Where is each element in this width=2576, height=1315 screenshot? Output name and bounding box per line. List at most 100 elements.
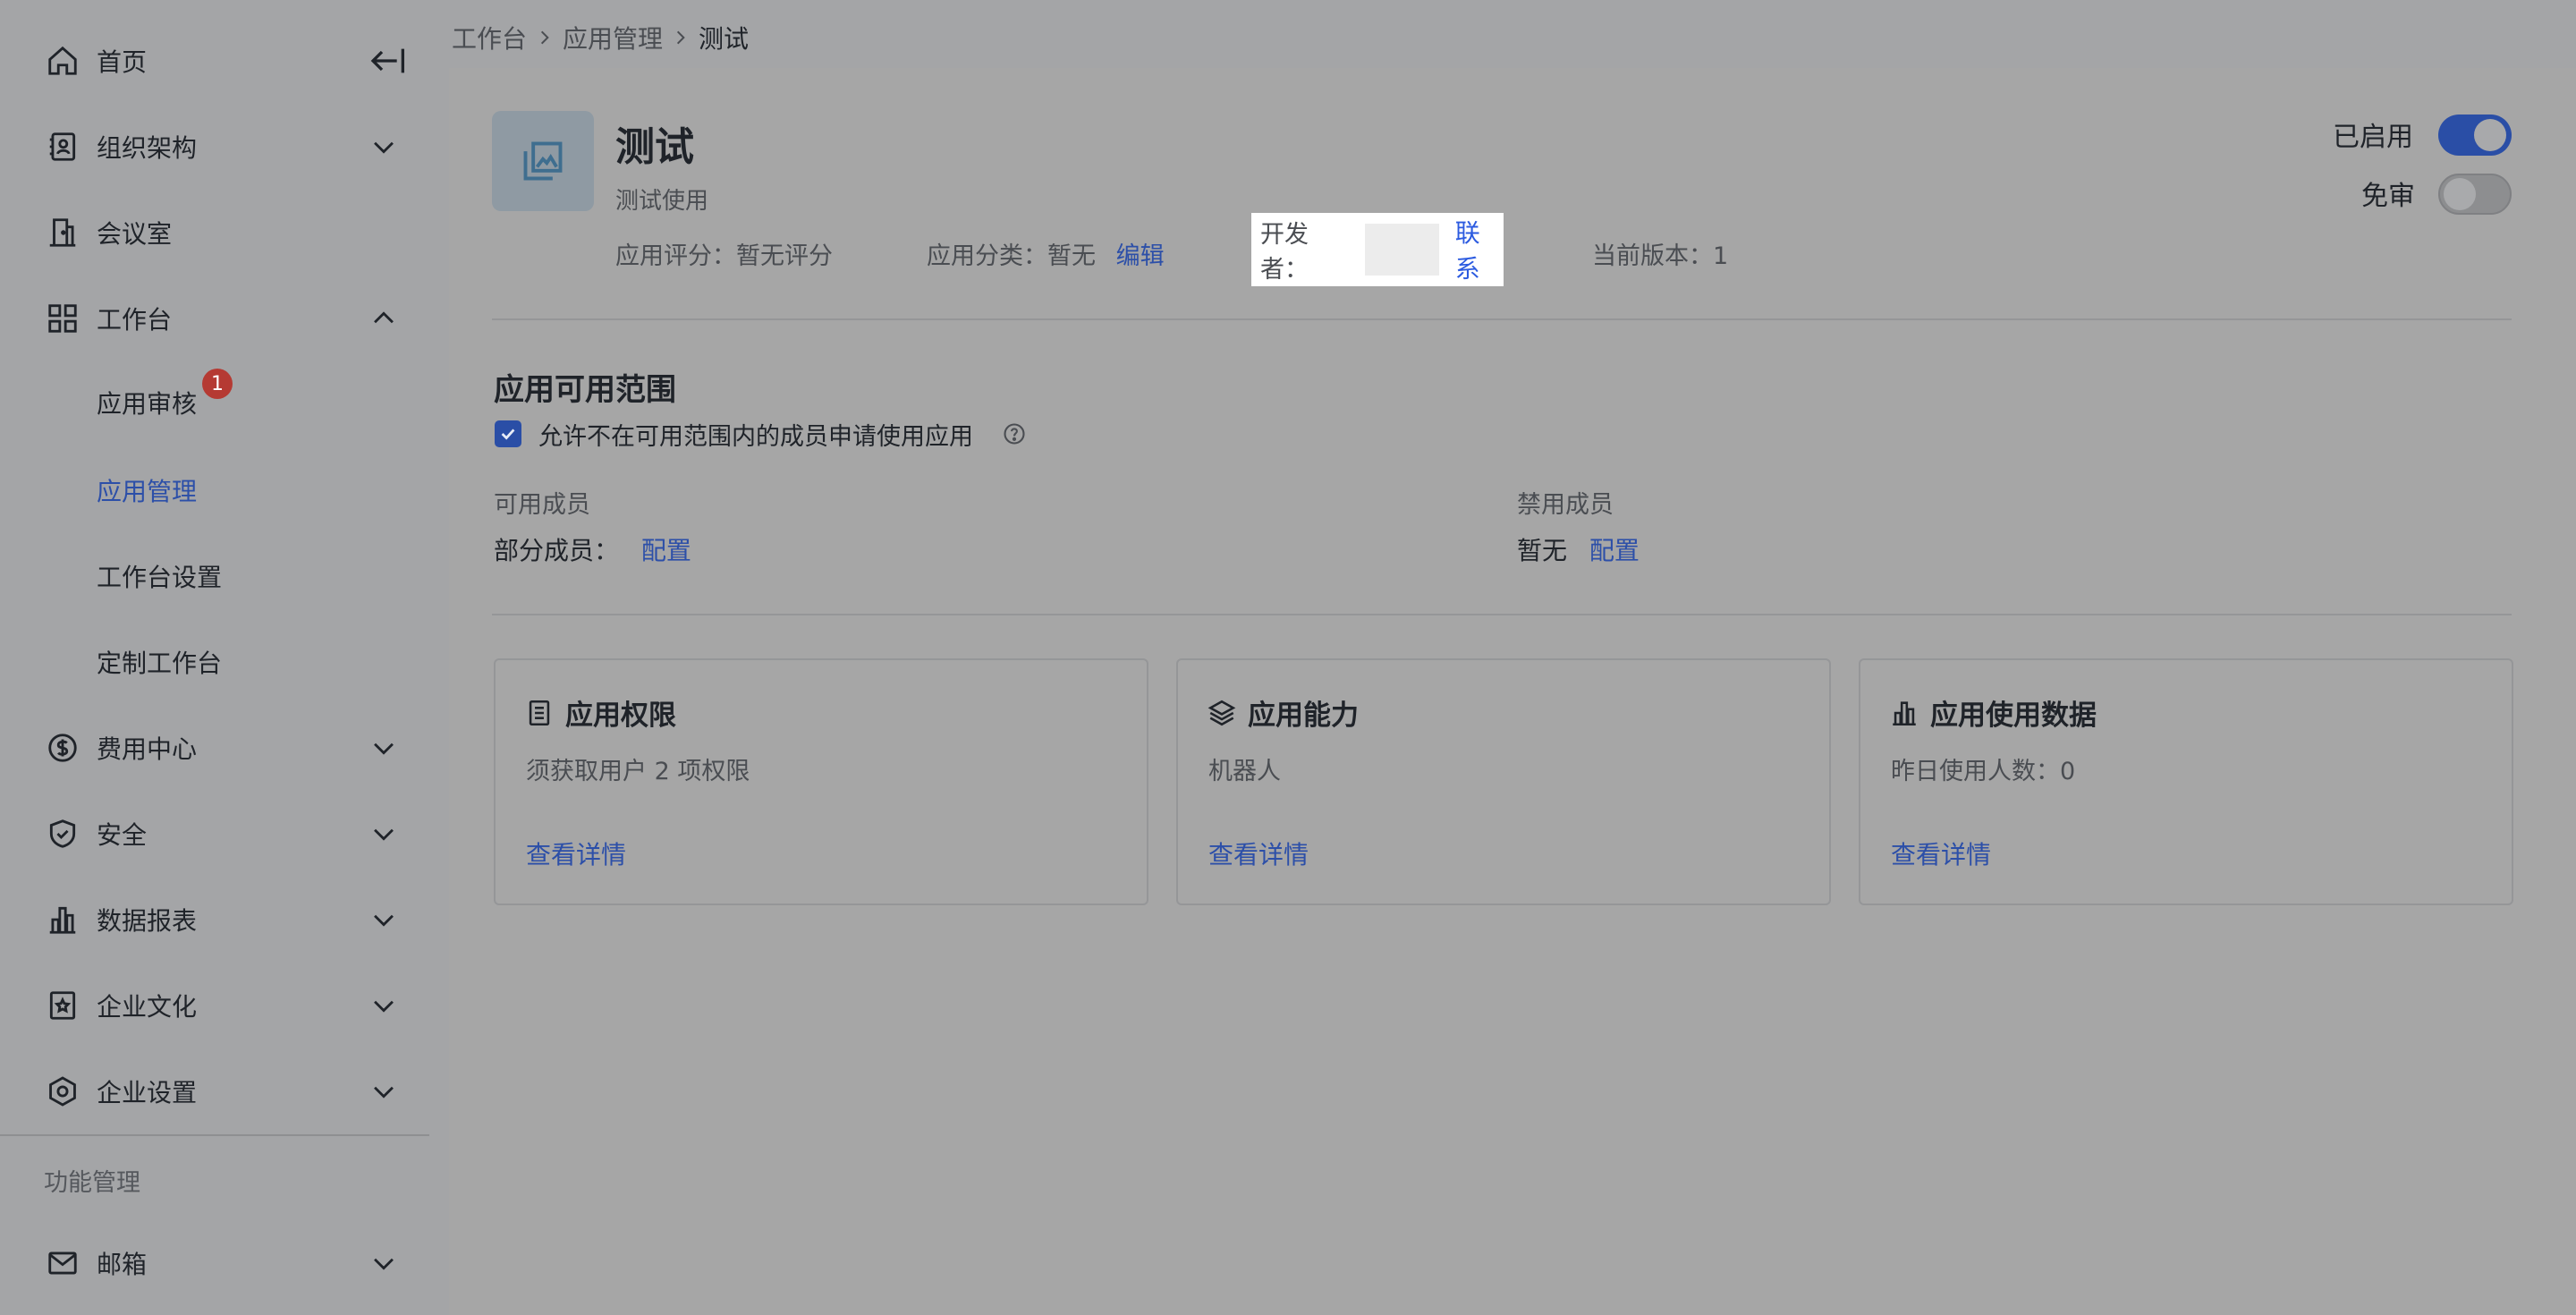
divider	[492, 318, 2512, 320]
allow-apply-checkbox[interactable]	[495, 420, 521, 447]
chevron-right-icon	[663, 24, 699, 51]
nav-label: 邮箱	[97, 1250, 148, 1279]
chevron-down-icon[interactable]	[369, 819, 399, 849]
available-config-link[interactable]: 配置	[641, 536, 691, 565]
bar-chart-icon	[1889, 698, 1919, 728]
contacts-icon	[46, 130, 80, 164]
banned-members-label: 禁用成员	[1517, 491, 1614, 519]
nav-org[interactable]: 组织架构	[0, 104, 429, 190]
app-logo	[492, 111, 594, 211]
breadcrumb-app-management[interactable]: 应用管理	[563, 20, 663, 55]
dollar-icon	[46, 731, 80, 765]
chevron-down-icon[interactable]	[369, 904, 399, 935]
nav-label: 组织架构	[97, 133, 198, 163]
app-description: 测试使用	[615, 188, 709, 215]
nav-label: 首页	[97, 47, 148, 77]
contact-developer-link[interactable]: 联系	[1455, 214, 1504, 285]
available-members-value: 部分成员： 配置	[494, 531, 691, 567]
sub-item-workbench-settings[interactable]: 工作台设置	[97, 549, 222, 603]
exempt-toggle[interactable]	[2438, 174, 2512, 215]
edit-category-link[interactable]: 编辑	[1116, 242, 1165, 270]
help-icon[interactable]	[1002, 421, 1027, 446]
sidebar-divider	[0, 1134, 429, 1136]
image-icon	[523, 141, 563, 181]
chevron-down-icon[interactable]	[369, 733, 399, 763]
exempt-label: 免审	[2361, 181, 2415, 212]
nav-label: 工作台	[97, 305, 173, 335]
view-details-link[interactable]: 查看详情	[526, 836, 626, 871]
list-doc-icon	[524, 698, 555, 728]
layers-icon	[1207, 698, 1237, 728]
card-title-text: 应用使用数据	[1930, 700, 2097, 732]
developer-avatar	[1364, 224, 1439, 276]
banned-config-link[interactable]: 配置	[1589, 536, 1640, 565]
card-title-text: 应用权限	[565, 700, 676, 732]
app-category: 应用分类：暂无 编辑	[927, 236, 1165, 271]
chevron-down-icon[interactable]	[369, 990, 399, 1021]
card-usage-data: 应用使用数据 昨日使用人数：0 查看详情	[1859, 658, 2513, 905]
card-title: 应用权限	[524, 692, 676, 733]
nav-security[interactable]: 安全	[0, 791, 429, 877]
nav-meeting-room[interactable]: 会议室	[0, 190, 429, 276]
category-label: 应用分类：暂无	[927, 242, 1096, 270]
door-icon	[46, 216, 80, 250]
chevron-down-icon[interactable]	[369, 1076, 399, 1107]
sidebar: 首页 组织架构 会议室 工作台 应用审核 1 应用管理 工作台设置 定制工作台 …	[0, 0, 449, 1315]
developer-label: 开发者：	[1260, 221, 1309, 284]
card-title-text: 应用能力	[1248, 700, 1359, 732]
banned-members-value: 暂无 配置	[1517, 531, 1640, 567]
grid-icon	[46, 301, 80, 335]
nav-label: 企业设置	[97, 1078, 198, 1107]
view-details-link[interactable]: 查看详情	[1891, 836, 1991, 871]
check-icon	[501, 428, 515, 440]
app-rating: 应用评分：暂无评分	[615, 242, 833, 270]
nav-billing[interactable]: 费用中心	[0, 705, 429, 791]
settings-icon	[46, 1074, 80, 1108]
nav-label: 数据报表	[97, 906, 198, 936]
nav-mail[interactable]: 邮箱	[0, 1220, 429, 1306]
enabled-toggle[interactable]	[2438, 115, 2512, 156]
section-title: 功能管理	[44, 1169, 140, 1197]
nav-label: 安全	[97, 820, 148, 850]
card-desc: 须获取用户 2 项权限	[526, 758, 750, 785]
card-capabilities: 应用能力 机器人 查看详情	[1176, 658, 1831, 905]
chevron-down-icon[interactable]	[369, 1248, 399, 1278]
app-version: 当前版本：1	[1592, 242, 1729, 270]
home-icon	[46, 44, 80, 78]
mail-icon	[46, 1246, 80, 1280]
view-details-link[interactable]: 查看详情	[1208, 836, 1309, 871]
toggle-knob	[2474, 119, 2506, 151]
culture-icon	[46, 988, 80, 1022]
breadcrumb-workbench[interactable]: 工作台	[452, 20, 527, 55]
divider	[492, 614, 2512, 615]
breadcrumb-current: 测试	[699, 24, 750, 54]
nav-culture[interactable]: 企业文化	[0, 963, 429, 1048]
chevron-up-icon[interactable]	[369, 303, 399, 334]
enabled-label: 已启用	[2333, 122, 2413, 153]
sub-item-app-review[interactable]: 应用审核	[97, 376, 197, 429]
bar-chart-icon	[46, 903, 80, 937]
card-permissions: 应用权限 须获取用户 2 项权限 查看详情	[494, 658, 1148, 905]
nav-workbench[interactable]: 工作台	[0, 276, 429, 361]
allow-apply-label: 允许不在可用范围内的成员申请使用应用	[538, 423, 973, 451]
available-value-text: 部分成员：	[494, 536, 620, 565]
developer-box: 开发者： 联系	[1251, 213, 1504, 286]
nav-label: 费用中心	[97, 734, 198, 764]
banned-value-text: 暂无	[1517, 536, 1568, 565]
nav-home[interactable]: 首页	[0, 18, 429, 104]
sub-item-app-management[interactable]: 应用管理	[97, 463, 197, 517]
shield-icon	[46, 817, 80, 851]
card-desc: 机器人	[1208, 758, 1281, 785]
nav-company-settings[interactable]: 企业设置	[0, 1048, 429, 1134]
chevron-right-icon	[527, 24, 563, 51]
collapse-sidebar-icon[interactable]	[367, 43, 406, 79]
nav-label: 企业文化	[97, 992, 198, 1022]
toggle-knob	[2444, 178, 2476, 210]
chevron-down-icon[interactable]	[369, 132, 399, 162]
available-members-label: 可用成员	[494, 491, 590, 519]
nav-reports[interactable]: 数据报表	[0, 877, 429, 963]
card-desc: 昨日使用人数：0	[1891, 758, 2076, 785]
app-name: 测试	[615, 124, 694, 170]
sub-item-custom-workbench[interactable]: 定制工作台	[97, 635, 222, 689]
scope-title: 应用可用范围	[494, 372, 676, 408]
